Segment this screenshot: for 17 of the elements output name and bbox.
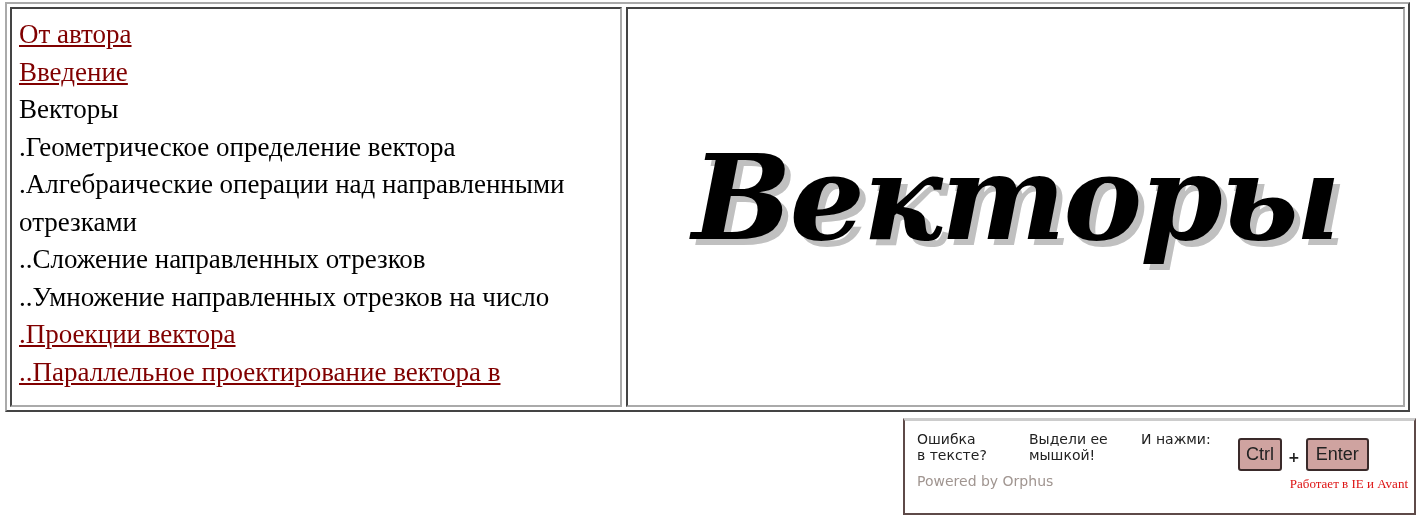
contents-item: .Геометрическое определение вектора — [19, 130, 456, 164]
contents-link[interactable]: .Проекции вектора — [19, 316, 236, 354]
contents-item: Векторы — [19, 93, 119, 126]
contents-link[interactable]: Введение — [19, 53, 128, 91]
contents-item: ..Сложение направленных отрезков — [19, 243, 426, 276]
contents-link[interactable]: От автора — [19, 16, 132, 54]
error-hint: Ошибка в тексте? — [917, 431, 988, 463]
plus-sign: + — [1288, 449, 1300, 465]
press-hint: И нажми: — [1141, 431, 1212, 447]
powered-by-text: Powered by Orphus — [917, 473, 1054, 491]
select-hint: Выдели ее мышкой! — [1029, 431, 1109, 463]
browser-note: Работает в IE и Avant — [1289, 476, 1408, 492]
contents-item: ..Умножение направленных отрезков на число — [19, 280, 550, 314]
contents-link[interactable]: ..Параллельное проектирование вектора в — [19, 353, 501, 391]
key-cap: Ctrl — [1238, 438, 1282, 471]
key-cap: Enter — [1305, 438, 1369, 471]
contents-item: .Алгебраические операции над направленными отрезками — [19, 168, 566, 239]
